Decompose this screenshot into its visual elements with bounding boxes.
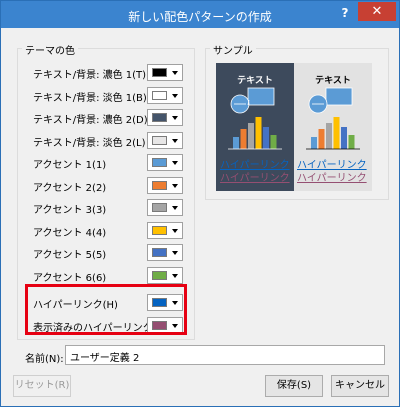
theme-color-label: アクセント 6(6) bbox=[33, 273, 107, 284]
theme-color-picker-button[interactable] bbox=[147, 87, 183, 104]
theme-color-label: アクセント 4(4) bbox=[33, 228, 107, 239]
theme-color-label: テキスト/背景: 濃色 1(T) bbox=[33, 70, 147, 81]
chevron-down-icon bbox=[172, 229, 178, 233]
chevron-down-icon bbox=[172, 184, 178, 188]
theme-color-label: アクセント 3(3) bbox=[33, 205, 107, 216]
sample-light-visited-hyperlink[interactable]: ハイパーリンク bbox=[297, 169, 367, 184]
theme-color-label: アクセント 1(1) bbox=[33, 160, 107, 171]
theme-color-label: テキスト/背景: 淡色 2(L) bbox=[33, 138, 146, 149]
reset-button[interactable]: リセット(R) bbox=[13, 375, 71, 397]
sample-title: サンプル bbox=[210, 42, 256, 57]
theme-color-picker-button[interactable] bbox=[147, 64, 183, 81]
chevron-down-icon bbox=[172, 274, 178, 278]
color-swatch bbox=[152, 91, 167, 100]
theme-color-picker-button[interactable] bbox=[147, 222, 183, 239]
sample-bar bbox=[270, 135, 277, 149]
name-input[interactable]: ユーザー定義 2 bbox=[65, 345, 385, 365]
theme-color-label: アクセント 2(2) bbox=[33, 183, 107, 194]
chevron-down-icon bbox=[172, 251, 178, 255]
theme-color-label: テキスト/背景: 淡色 1(B) bbox=[33, 93, 147, 104]
help-button[interactable]: ? bbox=[336, 4, 354, 22]
sample-bar bbox=[333, 117, 340, 149]
chevron-down-icon bbox=[172, 116, 178, 120]
color-swatch bbox=[152, 158, 167, 167]
sample-bar bbox=[248, 123, 254, 149]
chevron-down-icon bbox=[172, 94, 178, 98]
theme-color-picker-button[interactable] bbox=[147, 177, 183, 194]
chevron-down-icon bbox=[172, 139, 178, 143]
cancel-button[interactable]: キャンセル bbox=[331, 375, 389, 397]
close-button[interactable]: ✕ bbox=[358, 2, 396, 21]
sample-bar bbox=[318, 129, 325, 149]
sample-bar bbox=[311, 137, 317, 149]
name-label: 名前(N): bbox=[25, 354, 64, 365]
theme-color-picker-button[interactable] bbox=[147, 154, 183, 171]
hyperlink-highlight-box bbox=[25, 284, 187, 335]
sample-bar bbox=[348, 135, 355, 149]
dialog-window: 新しい配色パターンの作成 ? ✕ テーマの色 テキスト/背景: 濃色 1(T) テ… bbox=[0, 0, 400, 407]
color-swatch bbox=[152, 248, 167, 257]
theme-color-label: アクセント 5(5) bbox=[33, 250, 107, 261]
sample-light-panel: テキスト ハイパーリンク ハイパーリンク bbox=[294, 63, 372, 191]
chevron-down-icon bbox=[172, 161, 178, 165]
color-swatch bbox=[152, 136, 167, 145]
chevron-down-icon bbox=[172, 206, 178, 210]
chevron-down-icon bbox=[172, 71, 178, 75]
sample-dark-panel: テキスト ハイパーリンク ハイパーリンク bbox=[216, 63, 294, 191]
theme-color-picker-button[interactable] bbox=[147, 109, 183, 126]
color-swatch bbox=[152, 203, 167, 212]
color-swatch bbox=[152, 271, 167, 280]
color-swatch bbox=[152, 68, 167, 77]
sample-bar bbox=[233, 137, 239, 149]
sample-bar bbox=[263, 127, 269, 149]
sample-bar bbox=[255, 117, 262, 149]
sample-bar bbox=[326, 123, 332, 149]
sample-bar bbox=[341, 127, 347, 149]
theme-color-picker-button[interactable] bbox=[147, 132, 183, 149]
color-swatch bbox=[152, 226, 167, 235]
theme-color-picker-button[interactable] bbox=[147, 244, 183, 261]
theme-colors-title: テーマの色 bbox=[22, 42, 78, 57]
theme-color-picker-button[interactable] bbox=[147, 199, 183, 216]
theme-color-picker-button[interactable] bbox=[147, 267, 183, 284]
sample-bar bbox=[240, 129, 247, 149]
color-swatch bbox=[152, 181, 167, 190]
title-bar: 新しい配色パターンの作成 ? ✕ bbox=[1, 1, 399, 28]
save-button[interactable]: 保存(S) bbox=[265, 375, 323, 397]
sample-dark-visited-hyperlink[interactable]: ハイパーリンク bbox=[220, 169, 290, 184]
color-swatch bbox=[152, 113, 167, 122]
theme-color-label: テキスト/背景: 濃色 2(D) bbox=[33, 115, 148, 126]
